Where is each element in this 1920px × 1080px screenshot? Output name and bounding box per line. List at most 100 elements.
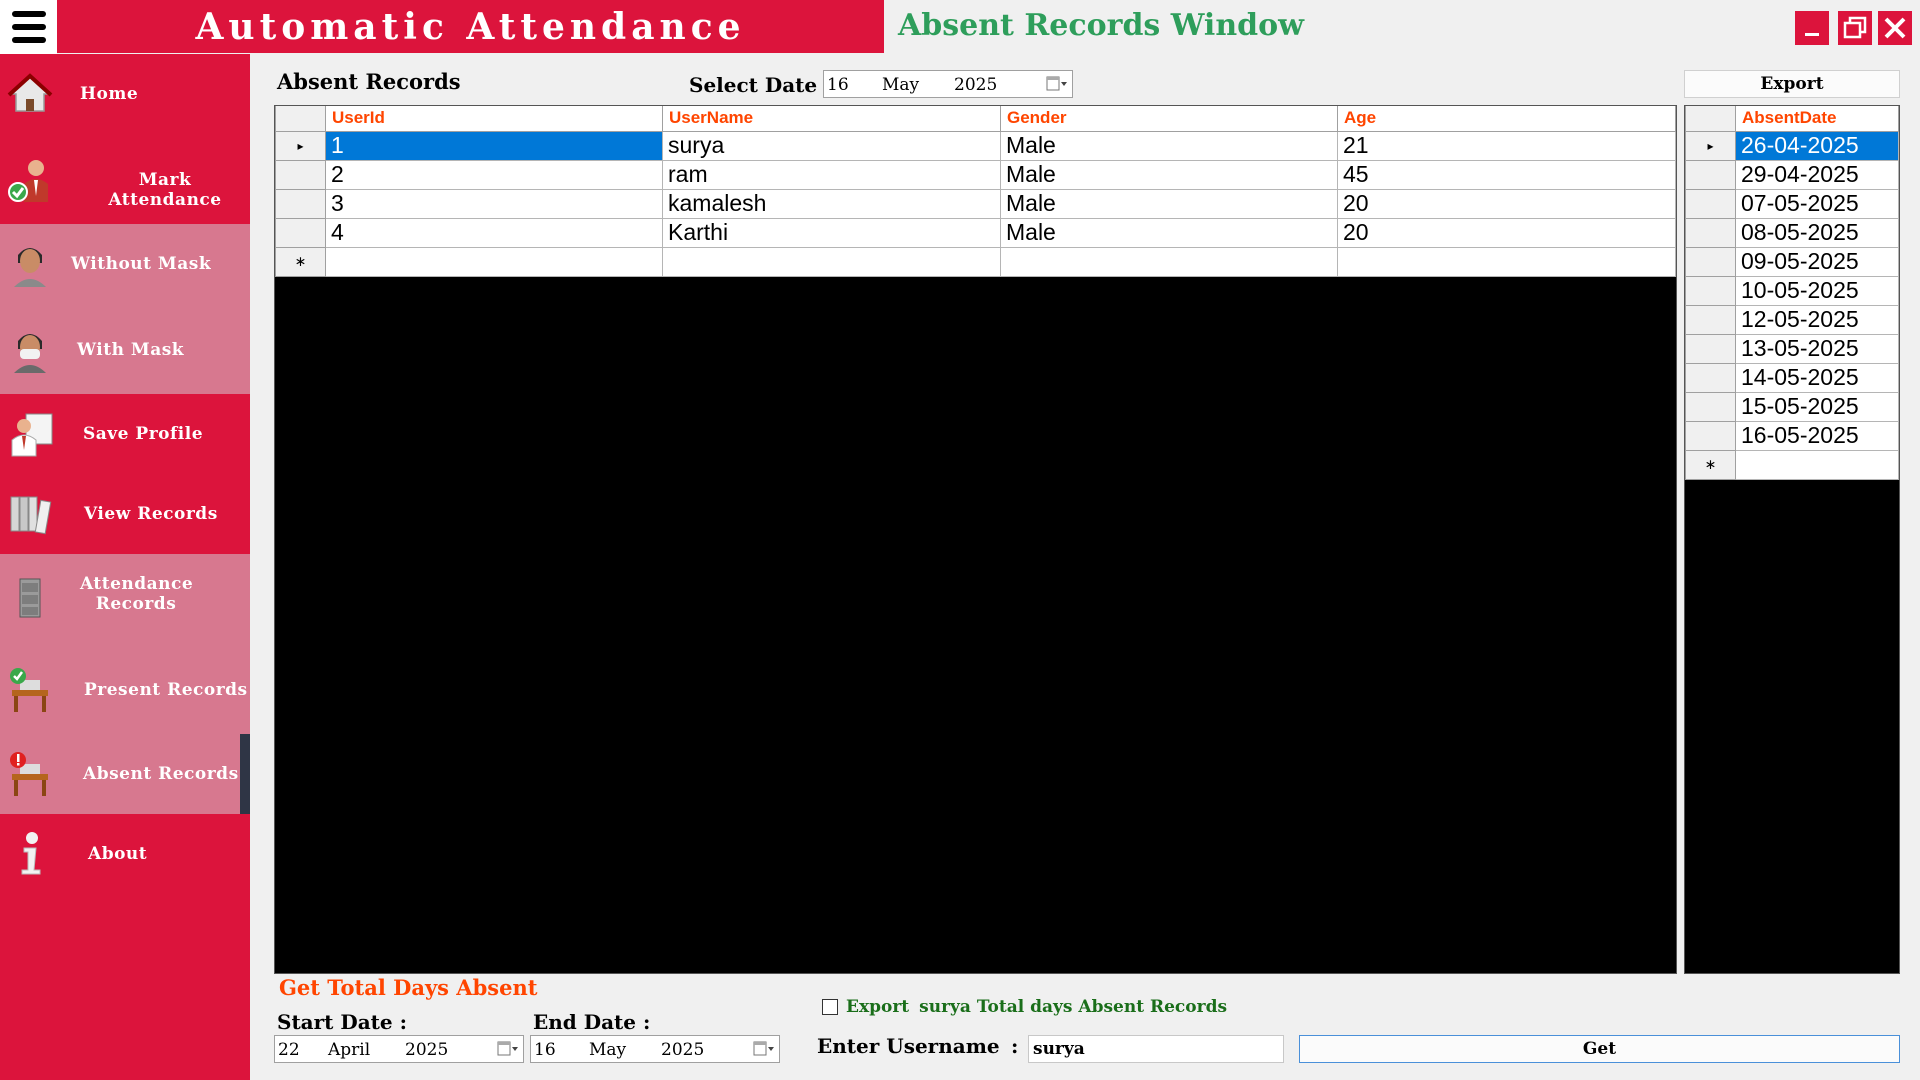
sidebar-item-without-mask[interactable]: Without Mask <box>0 224 250 304</box>
sidebar-item-attendance-records[interactable]: Attendance Records <box>0 554 250 644</box>
row-header[interactable] <box>1685 420 1736 451</box>
sidebar-item-mark-attendance[interactable]: Mark Attendance <box>0 134 250 224</box>
username-input[interactable]: surya <box>1028 1035 1284 1063</box>
new-cell[interactable] <box>1337 246 1676 277</box>
column-header-absentdate[interactable]: AbsentDate <box>1735 106 1899 132</box>
table-row[interactable]: 29-04-2025 <box>1685 159 1899 190</box>
date-month: May <box>589 1040 627 1060</box>
new-row[interactable]: ∗ <box>1685 449 1899 480</box>
end-date-picker[interactable]: 16 May 2025 <box>530 1035 780 1063</box>
export-checkbox-row[interactable]: Export surya Total days Absent Records <box>822 997 1227 1017</box>
cell-username[interactable]: Karthi <box>662 217 1001 248</box>
cell-age[interactable]: 45 <box>1337 159 1676 190</box>
table-row[interactable]: 13-05-2025 <box>1685 333 1899 364</box>
new-cell[interactable] <box>1000 246 1338 277</box>
cell-absentdate[interactable]: 14-05-2025 <box>1735 362 1899 393</box>
sidebar-item-absent-records[interactable]: Absent Records <box>0 734 250 814</box>
table-row[interactable]: 12-05-2025 <box>1685 304 1899 335</box>
column-header-gender[interactable]: Gender <box>1000 106 1338 132</box>
cell-userid[interactable]: 4 <box>325 217 663 248</box>
new-cell[interactable] <box>325 246 663 277</box>
users-grid[interactable]: UserId UserName Gender Age ▸ 1 surya Mal… <box>274 105 1677 974</box>
row-header[interactable] <box>275 217 326 248</box>
sidebar-item-view-records[interactable]: View Records <box>0 474 250 554</box>
column-header-userid[interactable]: UserId <box>325 106 663 132</box>
row-header[interactable] <box>275 188 326 219</box>
new-row-asterisk-icon[interactable]: ∗ <box>275 246 326 277</box>
cell-gender[interactable]: Male <box>1000 130 1338 161</box>
new-cell[interactable] <box>662 246 1001 277</box>
row-header[interactable] <box>1685 275 1736 306</box>
get-button[interactable]: Get <box>1299 1035 1900 1063</box>
sidebar-item-home[interactable]: Home <box>0 54 250 134</box>
calendar-dropdown-icon[interactable] <box>497 1040 519 1058</box>
current-row-arrow-icon[interactable]: ▸ <box>275 130 326 161</box>
table-row[interactable]: 08-05-2025 <box>1685 217 1899 248</box>
cell-userid[interactable]: 2 <box>325 159 663 190</box>
page-heading: Absent Records <box>277 69 461 94</box>
table-row[interactable]: 09-05-2025 <box>1685 246 1899 277</box>
row-header[interactable] <box>1685 188 1736 219</box>
row-header[interactable] <box>1685 304 1736 335</box>
cell-age[interactable]: 20 <box>1337 188 1676 219</box>
new-cell[interactable] <box>1735 449 1899 480</box>
new-row-asterisk-icon[interactable]: ∗ <box>1685 449 1736 480</box>
absent-dates-grid[interactable]: AbsentDate ▸ 26-04-2025 29-04-2025 07-05-… <box>1684 105 1900 974</box>
cell-userid[interactable]: 3 <box>325 188 663 219</box>
new-row[interactable]: ∗ <box>275 246 1676 277</box>
cell-age[interactable]: 21 <box>1337 130 1676 161</box>
table-row[interactable]: ▸ 26-04-2025 <box>1685 130 1899 161</box>
cell-username[interactable]: ram <box>662 159 1001 190</box>
row-header[interactable] <box>1685 391 1736 422</box>
cell-absentdate[interactable]: 07-05-2025 <box>1735 188 1899 219</box>
row-header[interactable] <box>1685 217 1736 248</box>
cell-absentdate[interactable]: 26-04-2025 <box>1735 130 1899 161</box>
table-row[interactable]: 15-05-2025 <box>1685 391 1899 422</box>
column-header-username[interactable]: UserName <box>662 106 1001 132</box>
row-header[interactable] <box>1685 246 1736 277</box>
row-header[interactable] <box>1685 362 1736 393</box>
cell-absentdate[interactable]: 15-05-2025 <box>1735 391 1899 422</box>
cell-gender[interactable]: Male <box>1000 217 1338 248</box>
table-row[interactable]: 14-05-2025 <box>1685 362 1899 393</box>
cell-absentdate[interactable]: 09-05-2025 <box>1735 246 1899 277</box>
row-header[interactable] <box>1685 333 1736 364</box>
cell-userid[interactable]: 1 <box>325 130 663 161</box>
table-row[interactable]: 10-05-2025 <box>1685 275 1899 306</box>
export-button[interactable]: Export <box>1684 70 1900 98</box>
hamburger-menu-icon[interactable] <box>0 0 57 54</box>
start-date-picker[interactable]: 22 April 2025 <box>274 1035 524 1063</box>
cell-username[interactable]: kamalesh <box>662 188 1001 219</box>
table-row[interactable]: 2 ram Male 45 <box>275 159 1676 190</box>
row-header[interactable] <box>1685 159 1736 190</box>
cell-absentdate[interactable]: 12-05-2025 <box>1735 304 1899 335</box>
table-row[interactable]: 07-05-2025 <box>1685 188 1899 219</box>
sidebar-item-save-profile[interactable]: Save Profile <box>0 394 250 474</box>
row-header[interactable] <box>275 159 326 190</box>
calendar-dropdown-icon[interactable] <box>1046 75 1068 93</box>
select-date-picker[interactable]: 16 May 2025 <box>823 70 1073 98</box>
close-button[interactable] <box>1878 11 1912 45</box>
calendar-dropdown-icon[interactable] <box>753 1040 775 1058</box>
cell-absentdate[interactable]: 08-05-2025 <box>1735 217 1899 248</box>
cell-absentdate[interactable]: 16-05-2025 <box>1735 420 1899 451</box>
cell-age[interactable]: 20 <box>1337 217 1676 248</box>
cell-gender[interactable]: Male <box>1000 159 1338 190</box>
maximize-button[interactable] <box>1838 11 1872 45</box>
cell-username[interactable]: surya <box>662 130 1001 161</box>
minimize-button[interactable] <box>1795 11 1829 45</box>
sidebar-item-about[interactable]: About <box>0 814 250 894</box>
cell-absentdate[interactable]: 10-05-2025 <box>1735 275 1899 306</box>
table-row[interactable]: 4 Karthi Male 20 <box>275 217 1676 248</box>
table-row[interactable]: ▸ 1 surya Male 21 <box>275 130 1676 161</box>
column-header-age[interactable]: Age <box>1337 106 1676 132</box>
sidebar-item-with-mask[interactable]: With Mask <box>0 304 250 394</box>
table-row[interactable]: 3 kamalesh Male 20 <box>275 188 1676 219</box>
cell-absentdate[interactable]: 29-04-2025 <box>1735 159 1899 190</box>
sidebar-item-present-records[interactable]: Present Records <box>0 644 250 734</box>
export-checkbox[interactable] <box>822 999 838 1015</box>
cell-gender[interactable]: Male <box>1000 188 1338 219</box>
table-row[interactable]: 16-05-2025 <box>1685 420 1899 451</box>
cell-absentdate[interactable]: 13-05-2025 <box>1735 333 1899 364</box>
current-row-arrow-icon[interactable]: ▸ <box>1685 130 1736 161</box>
